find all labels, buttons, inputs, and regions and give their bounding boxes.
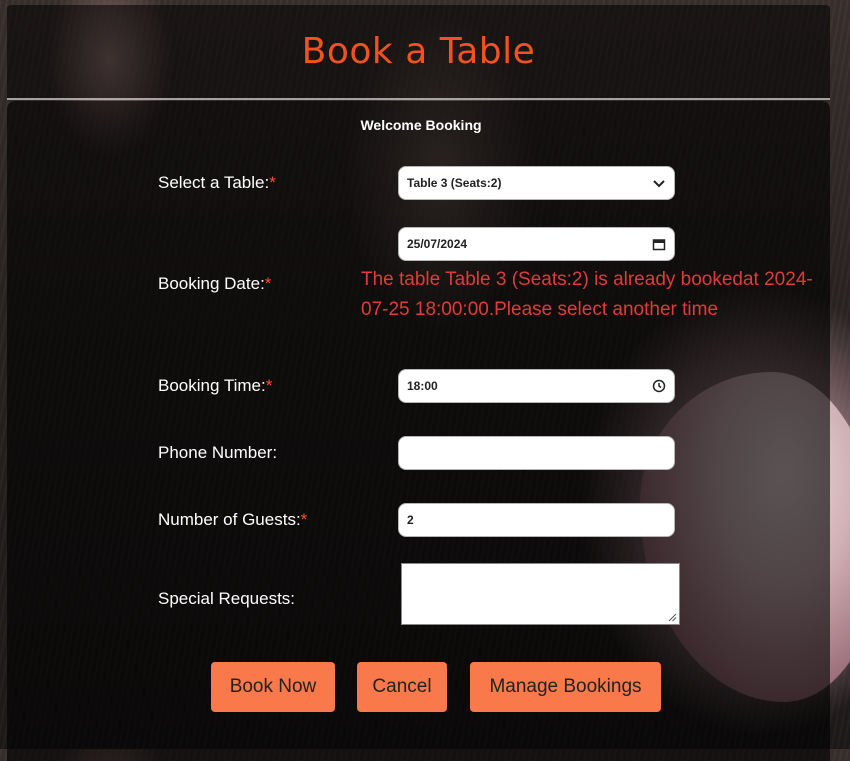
required-marker: * xyxy=(264,274,272,293)
guests-input[interactable]: 2 xyxy=(398,503,675,537)
guests-value: 2 xyxy=(407,513,414,527)
required-marker: * xyxy=(300,510,308,529)
cancel-button[interactable]: Cancel xyxy=(357,662,447,712)
time-label: Booking Time:* xyxy=(158,376,272,396)
resize-grip-icon[interactable] xyxy=(668,613,677,622)
booking-time-input[interactable]: 18:00 xyxy=(398,369,675,403)
booking-date-input[interactable]: 25/07/2024 xyxy=(398,227,675,261)
clock-icon[interactable] xyxy=(652,379,666,393)
guests-label: Number of Guests:* xyxy=(158,510,307,530)
table-select[interactable]: Table 3 (Seats:2) xyxy=(398,166,675,200)
booking-error-message: The table Table 3 (Seats:2) is already b… xyxy=(361,269,813,320)
date-label-text: Booking Date: xyxy=(158,274,265,293)
table-label-text: Select a Table: xyxy=(158,173,270,192)
phone-label-text: Phone Number: xyxy=(158,443,278,462)
page-header: Book a Table xyxy=(7,5,830,100)
booking-time-value: 18:00 xyxy=(407,379,438,393)
phone-label: Phone Number: xyxy=(158,443,277,463)
booking-form-panel: Welcome Booking Select a Table:* Table 3… xyxy=(7,101,830,761)
page-title: Book a Table xyxy=(301,31,536,72)
chevron-down-icon xyxy=(653,180,665,188)
special-requests-textarea[interactable] xyxy=(401,563,680,625)
requests-label-text: Special Requests: xyxy=(158,589,296,608)
manage-bookings-button[interactable]: Manage Bookings xyxy=(470,662,661,712)
form-title: Welcome Booking xyxy=(360,117,482,133)
booking-date-value: 25/07/2024 xyxy=(407,237,468,251)
time-label-text: Booking Time: xyxy=(158,376,266,395)
table-label: Select a Table:* xyxy=(158,173,276,193)
requests-label: Special Requests: xyxy=(158,589,295,609)
table-select-value: Table 3 (Seats:2) xyxy=(407,176,502,190)
book-now-button[interactable]: Book Now xyxy=(211,662,335,712)
guests-label-text: Number of Guests: xyxy=(158,510,301,529)
required-marker: * xyxy=(269,173,276,192)
phone-number-input[interactable] xyxy=(398,436,675,470)
date-label: Booking Date:* xyxy=(158,274,271,294)
calendar-icon[interactable] xyxy=(652,237,666,251)
required-marker: * xyxy=(265,376,273,395)
